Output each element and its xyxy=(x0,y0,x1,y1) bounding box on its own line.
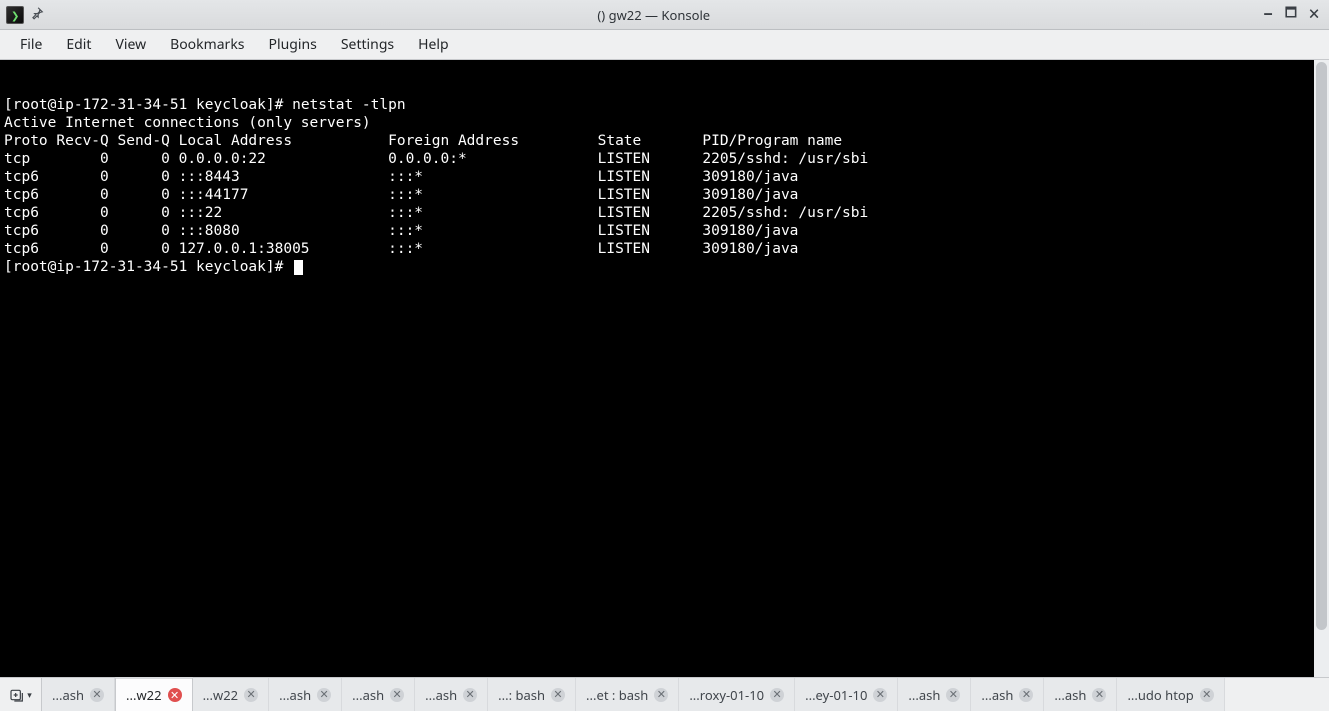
tab-label: ...ash xyxy=(279,686,311,704)
tab-close-icon[interactable]: ✕ xyxy=(1200,688,1214,702)
tab-label: ...ash xyxy=(425,686,457,704)
terminal-output-row: tcp6 0 0 :::22 :::* LISTEN 2205/sshd: /u… xyxy=(4,205,868,221)
menu-bookmarks[interactable]: Bookmarks xyxy=(158,31,256,58)
terminal-viewport[interactable]: [root@ip-172-31-34-51 keycloak]# netstat… xyxy=(0,60,1329,677)
chevron-down-icon: ▾ xyxy=(27,688,32,701)
menu-help[interactable]: Help xyxy=(406,31,461,58)
konsole-app-icon xyxy=(6,6,24,24)
session-tab[interactable]: ...ash ✕ xyxy=(898,678,971,711)
tab-close-icon[interactable]: ✕ xyxy=(1019,688,1033,702)
tab-close-icon[interactable]: ✕ xyxy=(90,688,104,702)
tab-label: ...ash xyxy=(52,686,84,704)
menu-file[interactable]: File xyxy=(8,31,54,58)
terminal-output-row: tcp6 0 0 127.0.0.1:38005 :::* LISTEN 309… xyxy=(4,241,798,257)
tab-close-icon[interactable]: ✕ xyxy=(654,688,668,702)
close-window-button[interactable]: 🗙 xyxy=(1309,3,1319,26)
terminal-output-row: tcp6 0 0 :::8080 :::* LISTEN 309180/java xyxy=(4,223,798,239)
tab-label: ...w22 xyxy=(203,686,239,704)
session-tab[interactable]: ...ey-01-10 ✕ xyxy=(795,678,898,711)
new-tab-button[interactable]: ▾ xyxy=(0,678,42,711)
session-tab[interactable]: ...ash ✕ xyxy=(415,678,488,711)
session-tab[interactable]: ...w22 ✕ xyxy=(193,678,270,711)
tab-label: ...ey-01-10 xyxy=(805,686,867,704)
tab-close-icon[interactable]: ✕ xyxy=(168,688,182,702)
tab-close-icon[interactable]: ✕ xyxy=(551,688,565,702)
tab-label: ...udo htop xyxy=(1127,686,1193,704)
terminal-output-row: tcp6 0 0 :::44177 :::* LISTEN 309180/jav… xyxy=(4,187,798,203)
tab-label: ...et : bash xyxy=(586,686,648,704)
tab-label: ...roxy-01-10 xyxy=(689,686,764,704)
terminal-output-header: Proto Recv-Q Send-Q Local Address Foreig… xyxy=(4,133,842,149)
tab-close-icon[interactable]: ✕ xyxy=(946,688,960,702)
terminal-prompt: [root@ip-172-31-34-51 keycloak]# xyxy=(4,97,292,113)
minimize-button[interactable]: 🗕 xyxy=(1264,3,1273,26)
tabbar: ▾ ...ash ✕ ...w22 ✕ ...w22 ✕ ...ash ✕ ...ash ✕...… xyxy=(0,677,1329,711)
window-titlebar: () gw22 — Konsole 🗕 🗖 🗙 xyxy=(0,0,1329,30)
session-tab[interactable]: ...et : bash ✕ xyxy=(576,678,679,711)
tab-close-icon[interactable]: ✕ xyxy=(244,688,258,702)
session-tab[interactable]: ...ash ✕ xyxy=(1044,678,1117,711)
menubar: File Edit View Bookmarks Plugins Setting… xyxy=(0,30,1329,60)
terminal-content[interactable]: [root@ip-172-31-34-51 keycloak]# netstat… xyxy=(0,96,1329,276)
pin-icon[interactable] xyxy=(30,6,44,24)
tab-close-icon[interactable]: ✕ xyxy=(770,688,784,702)
terminal-scrollbar[interactable] xyxy=(1314,60,1329,677)
tab-label: ...: bash xyxy=(498,686,545,704)
maximize-button[interactable]: 🗖 xyxy=(1285,3,1297,26)
menu-plugins[interactable]: Plugins xyxy=(257,31,329,58)
session-tab[interactable]: ...ash ✕ xyxy=(971,678,1044,711)
session-tab[interactable]: ...udo htop ✕ xyxy=(1117,678,1224,711)
tab-label: ...ash xyxy=(908,686,940,704)
session-tab[interactable]: ...: bash ✕ xyxy=(488,678,576,711)
scrollbar-thumb[interactable] xyxy=(1316,62,1327,630)
menu-edit[interactable]: Edit xyxy=(54,31,103,58)
new-tab-icon xyxy=(9,687,25,703)
tab-label: ...ash xyxy=(1054,686,1086,704)
tab-close-icon[interactable]: ✕ xyxy=(1092,688,1106,702)
terminal-output-row: tcp6 0 0 :::8443 :::* LISTEN 309180/java xyxy=(4,169,798,185)
terminal-output-line: Active Internet connections (only server… xyxy=(4,115,371,131)
terminal-cursor xyxy=(294,260,303,275)
window-title: () gw22 — Konsole xyxy=(44,6,1264,24)
menu-settings[interactable]: Settings xyxy=(329,31,406,58)
tab-close-icon[interactable]: ✕ xyxy=(317,688,331,702)
terminal-command: netstat -tlpn xyxy=(292,97,406,113)
session-tab[interactable]: ...ash ✕ xyxy=(42,678,115,711)
tab-label: ...ash xyxy=(981,686,1013,704)
tab-close-icon[interactable]: ✕ xyxy=(873,688,887,702)
session-tab[interactable]: ...roxy-01-10 ✕ xyxy=(679,678,795,711)
tab-close-icon[interactable]: ✕ xyxy=(463,688,477,702)
session-tab[interactable]: ...ash ✕ xyxy=(342,678,415,711)
menu-view[interactable]: View xyxy=(103,31,158,58)
session-tab[interactable]: ...w22 ✕ xyxy=(115,677,193,711)
tab-label: ...ash xyxy=(352,686,384,704)
tab-close-icon[interactable]: ✕ xyxy=(390,688,404,702)
terminal-prompt: [root@ip-172-31-34-51 keycloak]# xyxy=(4,259,292,275)
terminal-output-row: tcp 0 0 0.0.0.0:22 0.0.0.0:* LISTEN 2205… xyxy=(4,151,868,167)
session-tab[interactable]: ...ash ✕ xyxy=(269,678,342,711)
tab-label: ...w22 xyxy=(126,686,162,704)
